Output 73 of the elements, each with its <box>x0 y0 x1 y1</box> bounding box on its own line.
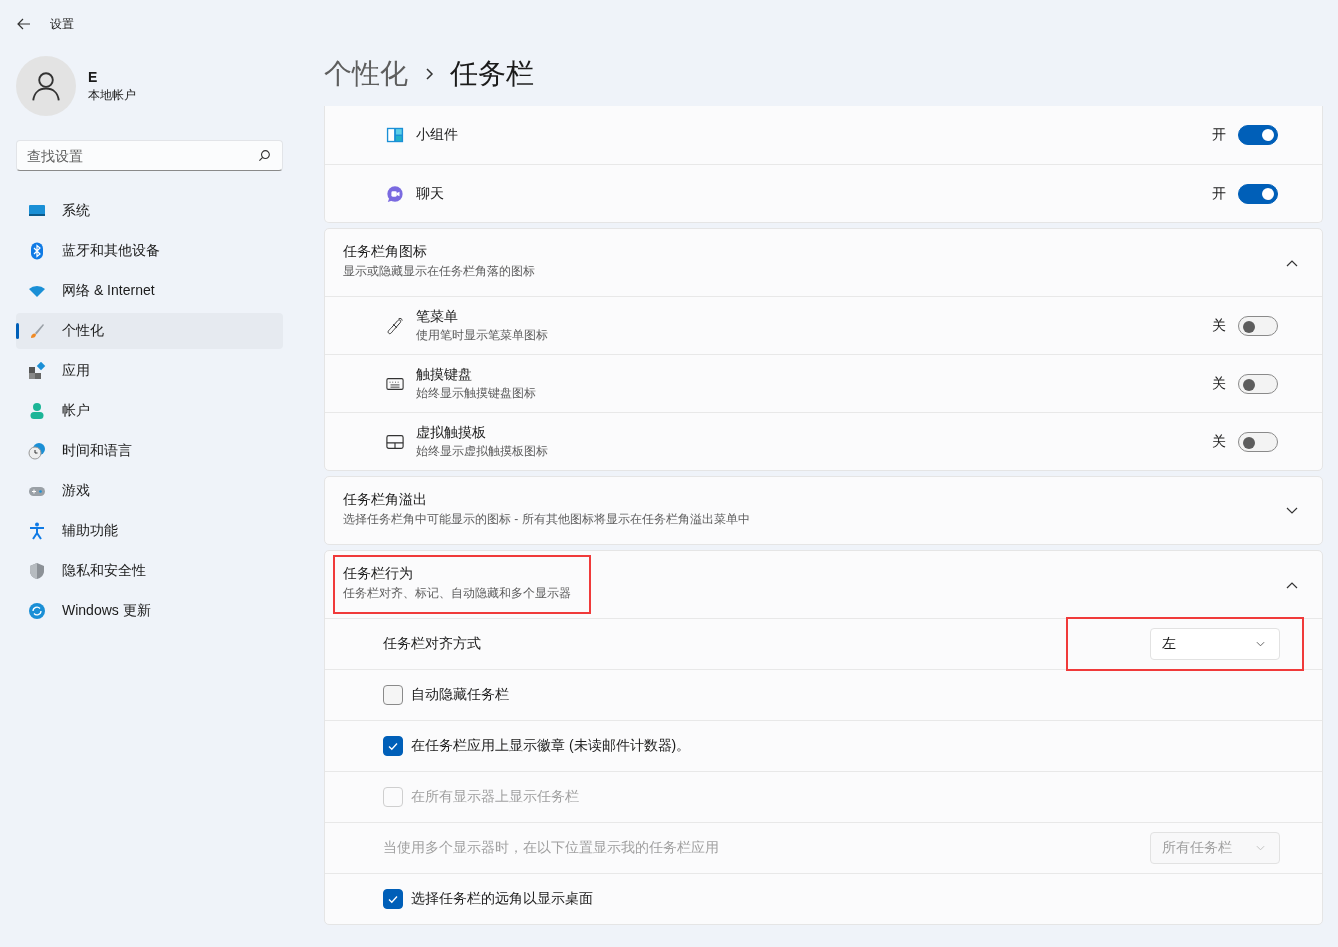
checkbox-label: 在所有显示器上显示任务栏 <box>411 788 579 806</box>
nav-item[interactable]: 网络 & Internet <box>16 273 283 309</box>
toggle-state-label: 开 <box>1212 184 1226 203</box>
section-title: 任务栏角图标 <box>343 243 428 261</box>
setting-label: 当使用多个显示器时，在以下位置显示我的任务栏应用 <box>383 839 720 857</box>
toggle-switch[interactable] <box>1238 183 1278 204</box>
toggle-state-label: 关 <box>1212 316 1226 335</box>
nav-item[interactable]: 应用 <box>16 353 283 389</box>
section-description: 任务栏对齐、标记、自动隐藏和多个显示器 <box>343 585 571 602</box>
setting-description: 始终显示触摸键盘图标 <box>416 384 537 402</box>
chat-bubble-icon <box>386 184 404 203</box>
toggle-state-label: 关 <box>1212 374 1226 393</box>
section-description: 选择任务栏角中可能显示的图标 - 所有其他图标将显示在任务栏角溢出菜单中 <box>343 511 750 528</box>
nav-item[interactable]: 辅助功能 <box>16 513 283 549</box>
shield-icon <box>28 562 46 580</box>
user-name: E <box>88 68 99 85</box>
toggle-switch[interactable] <box>1238 431 1278 452</box>
person-icon <box>28 402 46 420</box>
chevron-up-icon[interactable] <box>1286 258 1298 267</box>
checkbox[interactable] <box>383 736 403 756</box>
chevron-down-icon[interactable] <box>1286 506 1298 515</box>
toggle-switch[interactable] <box>1238 315 1278 336</box>
setting-label: 虚拟触摸板 <box>416 423 487 442</box>
brush-icon <box>28 322 46 340</box>
nav-item[interactable]: 隐私和安全性 <box>16 553 283 589</box>
toggle-switch[interactable] <box>1238 373 1278 394</box>
checkbox-label: 选择任务栏的远角以显示桌面 <box>411 890 593 908</box>
search-field[interactable]: 查找设置 <box>16 140 283 171</box>
breadcrumb-link[interactable]: 个性化 <box>324 55 408 93</box>
setting-label: 聊天 <box>416 184 445 203</box>
section-title: 任务栏行为 <box>343 565 414 583</box>
chevron-up-icon[interactable] <box>1286 580 1298 589</box>
account-type: 本地帐户 <box>88 86 136 104</box>
checkmark-icon <box>387 893 399 905</box>
checkbox-label: 在任务栏应用上显示徽章 (未读邮件计数器)。 <box>411 737 691 755</box>
page-title: 任务栏 <box>450 57 534 91</box>
pen-icon <box>386 316 404 335</box>
dropdown[interactable]: 左 <box>1150 628 1280 660</box>
touchpad-icon <box>386 432 404 451</box>
widgets-icon <box>386 126 404 144</box>
apps-icon <box>28 362 46 380</box>
caret-icon <box>1256 641 1265 647</box>
checkbox[interactable] <box>383 685 403 705</box>
setting-label: 任务栏对齐方式 <box>383 635 482 653</box>
checkbox-label: 自动隐藏任务栏 <box>411 686 509 704</box>
nav-item[interactable]: 系统 <box>16 193 283 229</box>
nav-item[interactable]: 蓝牙和其他设备 <box>16 233 283 269</box>
update-icon <box>28 602 46 620</box>
search-icon[interactable] <box>258 149 271 162</box>
setting-label: 触摸键盘 <box>416 365 473 384</box>
bluetooth-icon <box>28 242 46 260</box>
section-description: 显示或隐藏显示在任务栏角落的图标 <box>343 263 535 280</box>
setting-description: 始终显示虚拟触摸板图标 <box>416 442 549 460</box>
checkbox[interactable] <box>383 889 403 909</box>
nav-item[interactable]: 游戏 <box>16 473 283 509</box>
checkmark-icon <box>387 740 399 752</box>
toggle-switch[interactable] <box>1238 125 1278 145</box>
caret-icon <box>1256 845 1265 851</box>
accessibility-icon <box>28 522 46 540</box>
setting-description: 使用笔时显示笔菜单图标 <box>416 326 549 344</box>
chevron-right-icon <box>424 67 434 81</box>
nav-item[interactable]: 时间和语言 <box>16 433 283 469</box>
setting-label: 小组件 <box>416 126 459 144</box>
nav-item[interactable]: 帐户 <box>16 393 283 429</box>
window-title: 设置 <box>50 15 74 33</box>
back-arrow-icon[interactable] <box>16 16 32 32</box>
toggle-state-label: 开 <box>1212 126 1226 144</box>
toggle-state-label: 关 <box>1212 432 1226 451</box>
clock-globe-icon <box>28 442 46 460</box>
nav-item[interactable]: Windows 更新 <box>16 593 283 629</box>
section-title: 任务栏角溢出 <box>343 491 428 509</box>
nav-item[interactable]: 个性化 <box>16 313 283 349</box>
setting-label: 笔菜单 <box>416 307 459 326</box>
